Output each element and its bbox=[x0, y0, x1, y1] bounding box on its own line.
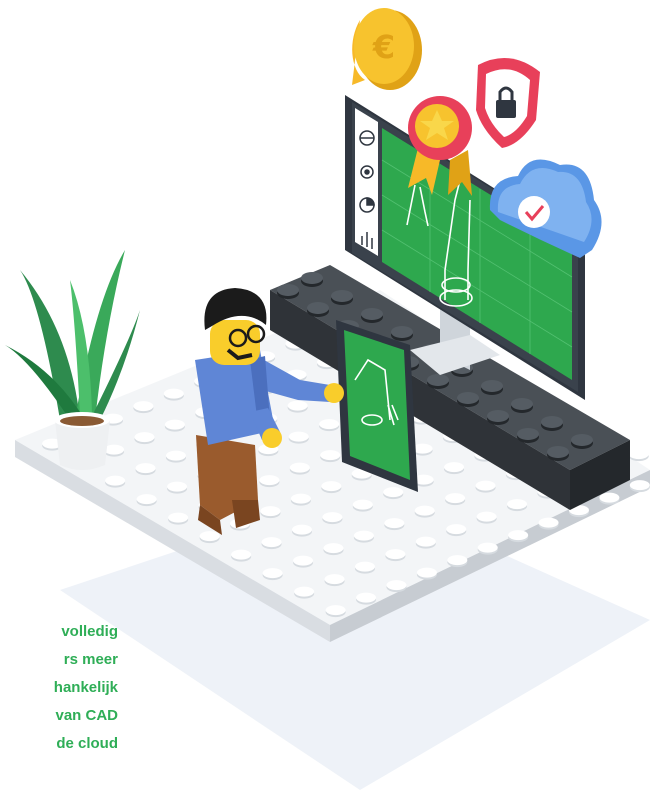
stud-top bbox=[135, 463, 156, 474]
stud-top bbox=[384, 518, 405, 529]
stud-top bbox=[475, 480, 496, 491]
brick-stud-top bbox=[457, 392, 479, 404]
brick-stud-top bbox=[277, 284, 299, 296]
stud-top bbox=[259, 475, 280, 486]
stud-top bbox=[476, 511, 497, 522]
brick-stud-top bbox=[427, 374, 449, 386]
stud-top bbox=[168, 512, 189, 523]
stud-top bbox=[446, 524, 467, 535]
stud-top bbox=[293, 555, 314, 566]
stud-top bbox=[164, 419, 185, 430]
stud-top bbox=[352, 499, 373, 510]
stud-top bbox=[136, 494, 157, 505]
brick-stud-top bbox=[391, 326, 413, 338]
stud-top bbox=[354, 561, 375, 572]
stud-top bbox=[133, 401, 154, 412]
brick-stud-top bbox=[541, 416, 563, 428]
stud-top bbox=[199, 531, 220, 542]
brick-stud-top bbox=[487, 410, 509, 422]
side-text-line: rs meer bbox=[63, 651, 118, 668]
stud-top bbox=[629, 480, 650, 491]
stud-top bbox=[290, 493, 311, 504]
stud-top bbox=[385, 549, 406, 560]
stud-top bbox=[163, 388, 184, 399]
brick-stud-top bbox=[361, 308, 383, 320]
brick-stud-top bbox=[517, 428, 539, 440]
stud-top bbox=[323, 543, 344, 554]
stud-top bbox=[262, 568, 283, 579]
brick-stud-top bbox=[571, 434, 593, 446]
stud-top bbox=[261, 537, 282, 548]
stud-top bbox=[294, 586, 315, 597]
stud-top bbox=[445, 493, 466, 504]
euro-symbol: € bbox=[372, 28, 395, 66]
brick-stud-top bbox=[331, 290, 353, 302]
stud-top bbox=[167, 481, 188, 492]
stud-top bbox=[287, 400, 308, 411]
stud-top bbox=[507, 499, 528, 510]
stud-top bbox=[628, 449, 649, 460]
brick-stud-top bbox=[301, 272, 323, 284]
stud-top bbox=[477, 542, 498, 553]
stud-top bbox=[324, 574, 345, 585]
brick-stud-top bbox=[511, 398, 533, 410]
brick-stud-top bbox=[481, 380, 503, 392]
brick-stud-top bbox=[547, 446, 569, 458]
stud-top bbox=[353, 530, 374, 541]
side-text-line: volledig bbox=[61, 623, 118, 640]
brick-stud-top bbox=[307, 302, 329, 314]
side-text-line: de cloud bbox=[56, 735, 118, 752]
stud-top bbox=[447, 555, 468, 566]
stud-top bbox=[538, 517, 559, 528]
side-text-line: van CAD bbox=[55, 707, 118, 724]
stud-top bbox=[325, 605, 346, 616]
stud-top bbox=[165, 450, 186, 461]
stud-top bbox=[105, 475, 126, 486]
stud-top bbox=[289, 462, 310, 473]
stud-top bbox=[444, 462, 465, 473]
side-text: volledig rs meer hankelijk van CAD de cl… bbox=[0, 618, 118, 758]
stud-top bbox=[508, 530, 529, 541]
stud-top bbox=[599, 492, 620, 503]
stud-top bbox=[356, 592, 377, 603]
stud-top bbox=[383, 487, 404, 498]
stud-top bbox=[288, 431, 309, 442]
stud-top bbox=[321, 481, 342, 492]
stud-top bbox=[415, 536, 436, 547]
euro-coin-icon: € bbox=[352, 8, 422, 90]
stud-top bbox=[320, 450, 341, 461]
stud-top bbox=[414, 505, 435, 516]
lock-shield-icon bbox=[476, 57, 540, 148]
side-text-line: hankelijk bbox=[53, 679, 118, 696]
stud-top bbox=[260, 506, 281, 517]
stud-top bbox=[231, 549, 252, 560]
stud-top bbox=[416, 567, 437, 578]
stud-top bbox=[291, 524, 312, 535]
stud-top bbox=[386, 580, 407, 591]
stud-top bbox=[319, 419, 340, 430]
stud-top bbox=[134, 432, 155, 443]
stud-top bbox=[322, 512, 343, 523]
